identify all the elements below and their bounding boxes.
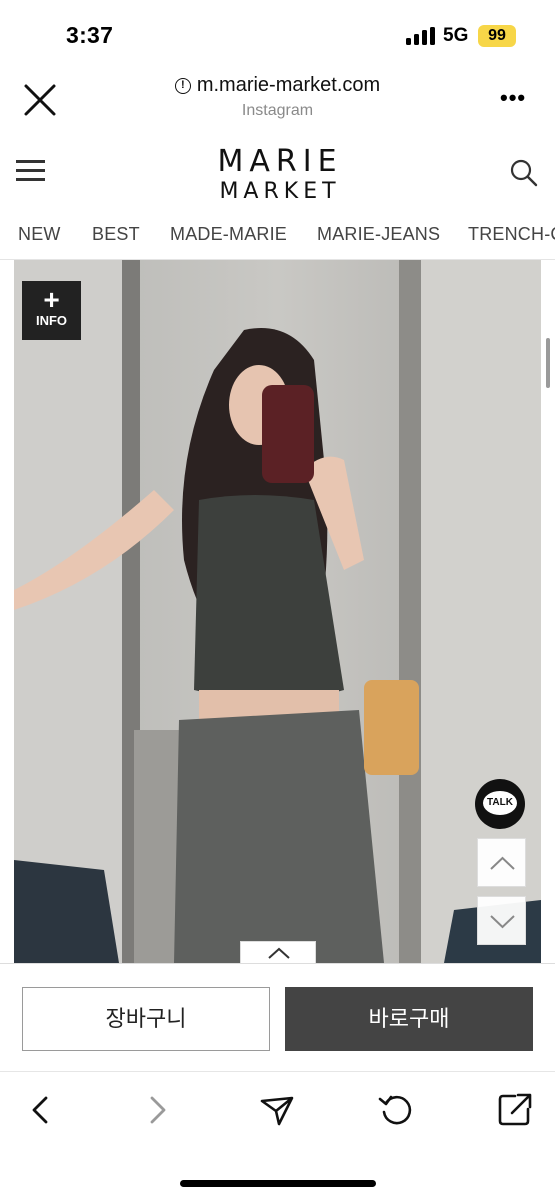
- info-label: INFO: [35, 313, 68, 328]
- status-time: 3:37: [66, 22, 114, 48]
- nav-item-new[interactable]: NEW: [18, 224, 61, 245]
- back-icon: [32, 1096, 48, 1124]
- scroll-down-button[interactable]: [477, 896, 526, 945]
- talk-button[interactable]: TALK: [475, 779, 525, 829]
- share-icon: [260, 1096, 294, 1126]
- category-nav: NEW BEST MADE-MARIE MARIE-JEANS TRENCH-C: [0, 222, 555, 256]
- status-bar: 3:37 5G 99: [0, 0, 555, 68]
- logo-bottom: MARKET: [219, 179, 341, 204]
- reload-button[interactable]: [376, 1090, 416, 1130]
- site-header: MARIE MARKET NEW BEST MADE-MARIE MARIE-J…: [0, 132, 555, 260]
- url-line: ! m.marie-market.com: [174, 74, 381, 97]
- talk-label: TALK: [483, 791, 517, 815]
- back-button[interactable]: [20, 1090, 60, 1130]
- address-bar[interactable]: ! m.marie-market.com Instagram: [150, 74, 405, 130]
- more-icon: •••: [500, 85, 527, 110]
- url-source: Instagram: [241, 102, 314, 119]
- open-external-button[interactable]: [495, 1090, 535, 1130]
- nav-item-best[interactable]: BEST: [92, 224, 140, 245]
- expand-tab[interactable]: [240, 941, 316, 963]
- product-photo: [14, 260, 541, 963]
- url-text: m.marie-market.com: [196, 74, 381, 96]
- nav-item-made-marie[interactable]: MADE-MARIE: [170, 224, 287, 245]
- plus-icon: +: [43, 284, 60, 315]
- forward-icon: [150, 1096, 166, 1124]
- cart-button[interactable]: 장바구니: [22, 987, 270, 1051]
- forward-button[interactable]: [138, 1090, 178, 1130]
- menu-icon: [16, 160, 45, 163]
- open-external-icon: [498, 1093, 532, 1126]
- chevron-down-icon: [490, 915, 515, 929]
- logo-top: MARIE: [217, 144, 343, 179]
- scroll-up-button[interactable]: [477, 838, 526, 887]
- home-indicator[interactable]: [180, 1180, 376, 1187]
- network-label: 5G: [443, 25, 469, 46]
- battery-indicator: 99: [478, 25, 516, 47]
- share-button[interactable]: [257, 1090, 297, 1130]
- browser-header: ! m.marie-market.com Instagram •••: [0, 68, 555, 132]
- nav-item-trench[interactable]: TRENCH-C: [468, 224, 555, 245]
- more-button[interactable]: •••: [500, 85, 530, 110]
- reload-icon: [378, 1095, 412, 1125]
- site-logo[interactable]: MARIE MARKET: [205, 144, 355, 204]
- close-button[interactable]: [22, 82, 58, 118]
- nav-item-marie-jeans[interactable]: MARIE-JEANS: [317, 224, 440, 245]
- search-icon: [510, 159, 538, 187]
- chevron-up-icon: [268, 947, 290, 959]
- info-icon: !: [174, 77, 191, 94]
- purchase-bar: 장바구니 바로구매: [0, 963, 555, 1071]
- signal-icon: [406, 27, 436, 45]
- chevron-up-icon: [490, 856, 515, 870]
- menu-button[interactable]: [16, 160, 46, 184]
- buy-now-button[interactable]: 바로구매: [285, 987, 533, 1051]
- page-scrollbar[interactable]: [546, 338, 550, 388]
- product-image[interactable]: [14, 260, 541, 963]
- close-icon: [24, 84, 56, 116]
- search-button[interactable]: [509, 158, 539, 188]
- info-button[interactable]: + INFO: [22, 281, 81, 340]
